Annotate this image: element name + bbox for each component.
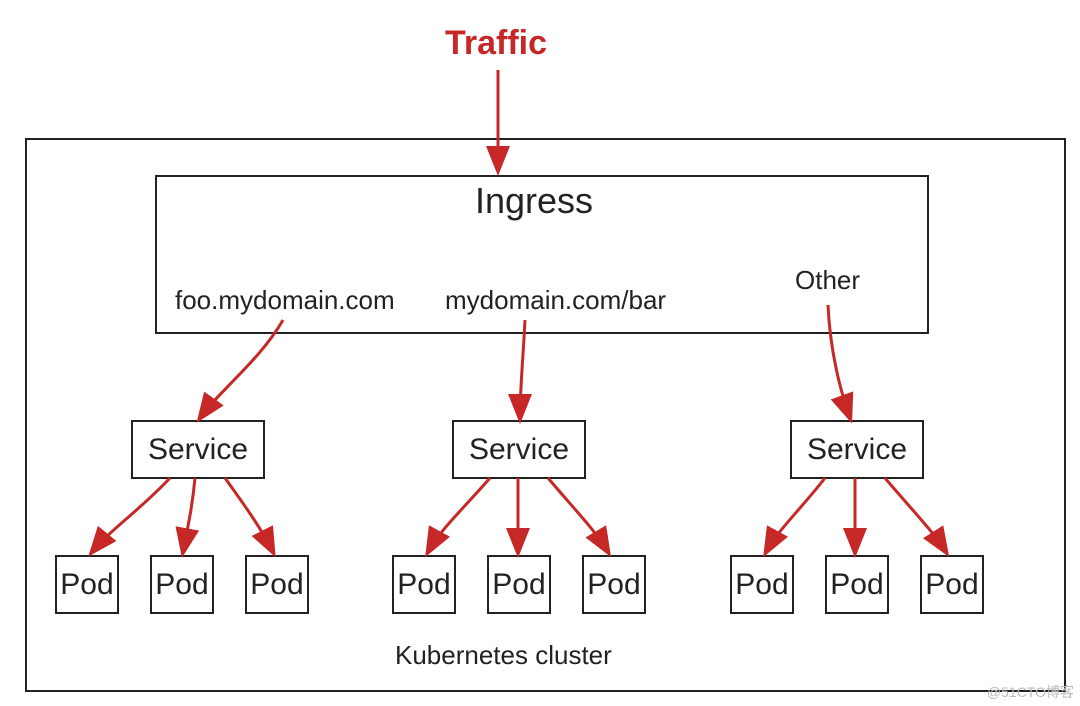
pod-label: Pod [925,568,978,602]
service-box-2: Service [452,420,586,479]
pod-box-2-2: Pod [487,555,551,614]
pod-box-3-3: Pod [920,555,984,614]
pod-box-1-3: Pod [245,555,309,614]
pod-label: Pod [250,568,303,602]
pod-label: Pod [830,568,883,602]
pod-label: Pod [397,568,450,602]
pod-box-2-3: Pod [582,555,646,614]
ingress-route-other: Other [795,265,860,296]
pod-box-2-1: Pod [392,555,456,614]
pod-label: Pod [587,568,640,602]
traffic-label: Traffic [445,24,547,63]
service-box-1: Service [131,420,265,479]
service-box-3: Service [790,420,924,479]
pod-label: Pod [60,568,113,602]
service-label-1: Service [148,433,248,467]
pod-label: Pod [492,568,545,602]
ingress-route-foo: foo.mydomain.com [175,285,395,316]
watermark: @51CTO博客 [987,682,1074,702]
cluster-label: Kubernetes cluster [395,640,612,671]
pod-box-1-1: Pod [55,555,119,614]
pod-label: Pod [155,568,208,602]
ingress-route-bar: mydomain.com/bar [445,285,666,316]
pod-box-1-2: Pod [150,555,214,614]
pod-label: Pod [735,568,788,602]
service-label-2: Service [469,433,569,467]
pod-box-3-2: Pod [825,555,889,614]
service-label-3: Service [807,433,907,467]
ingress-title: Ingress [475,180,593,222]
pod-box-3-1: Pod [730,555,794,614]
